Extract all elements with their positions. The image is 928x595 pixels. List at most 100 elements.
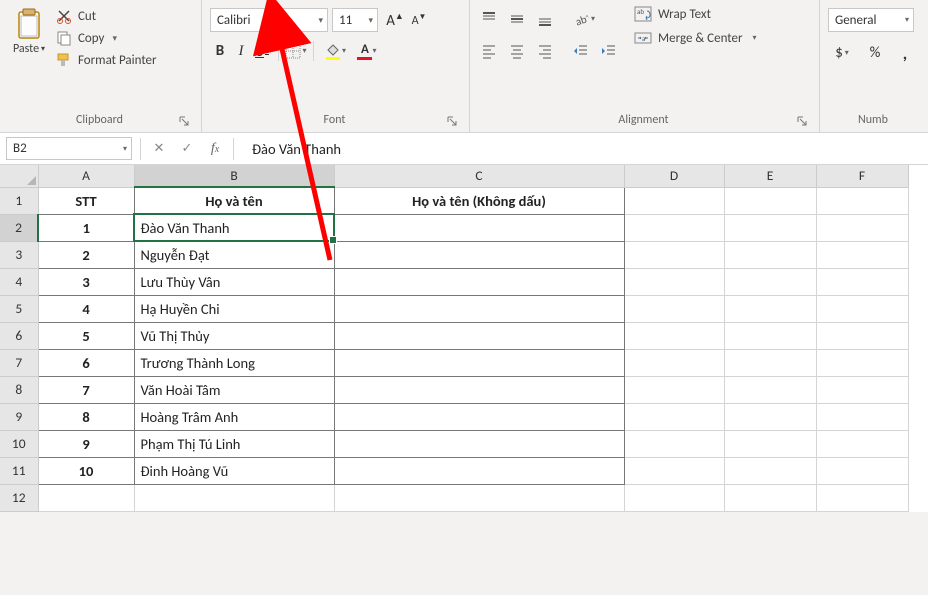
row-header-12[interactable]: 12 [0,484,38,511]
header-stt[interactable]: STT [38,187,134,214]
empty-cell[interactable] [724,349,816,376]
cell-noaccent[interactable] [334,349,624,376]
cell-stt[interactable]: 7 [38,376,134,403]
align-top-button[interactable] [478,8,500,30]
row-header-4[interactable]: 4 [0,268,38,295]
cell-stt[interactable]: 9 [38,430,134,457]
align-left-button[interactable] [478,40,500,62]
row-header-6[interactable]: 6 [0,322,38,349]
empty-cell[interactable] [624,376,724,403]
copy-button[interactable]: Copy ▾ [56,30,157,46]
cell-name[interactable]: Hạ Huyền Chi [134,295,334,322]
increase-indent-button[interactable] [598,40,620,62]
spreadsheet-grid[interactable]: ABCDEF1STTHọ và tênHọ và tên (Không dấu)… [0,165,928,512]
cell-name[interactable]: Lưu Thùy Vân [134,268,334,295]
cell-name[interactable]: Đào Văn Thanh [134,214,334,241]
cell-name[interactable]: Văn Hoài Tâm [134,376,334,403]
empty-cell[interactable] [624,241,724,268]
column-header-C[interactable]: C [334,165,624,187]
empty-cell[interactable] [816,214,908,241]
align-bottom-button[interactable] [534,8,556,30]
enter-formula-button[interactable]: ✓ [173,138,201,160]
cell-noaccent[interactable] [334,214,624,241]
fill-color-button[interactable]: ▾ [320,40,350,62]
increase-font-button[interactable]: A▲ [384,9,406,31]
empty-cell[interactable] [724,268,816,295]
column-header-B[interactable]: B [134,165,334,187]
wrap-text-button[interactable]: ab Wrap Text [634,6,757,22]
font-color-button[interactable]: A ▾ [352,40,382,62]
empty-cell[interactable] [624,349,724,376]
comma-format-button[interactable]: , [894,42,916,64]
cell-stt[interactable]: 2 [38,241,134,268]
cell-name[interactable]: Vũ Thị Thủy [134,322,334,349]
empty-cell[interactable] [816,187,908,214]
empty-cell[interactable] [724,295,816,322]
merge-center-button[interactable]: a Merge & Center ▾ [634,30,757,46]
empty-cell[interactable] [624,430,724,457]
row-header-11[interactable]: 11 [0,457,38,484]
dialog-launcher-icon[interactable] [794,113,809,128]
empty-cell[interactable] [816,241,908,268]
insert-function-button[interactable]: fx [201,138,229,160]
cell-noaccent[interactable] [334,241,624,268]
empty-cell[interactable] [816,295,908,322]
align-right-button[interactable] [534,40,556,62]
empty-cell[interactable] [816,268,908,295]
empty-cell[interactable] [624,484,724,511]
header-name[interactable]: Họ và tên [134,187,334,214]
empty-cell[interactable] [724,403,816,430]
cell-name[interactable]: Nguyễn Đạt [134,241,334,268]
empty-cell[interactable] [624,214,724,241]
underline-button[interactable]: U▾ [252,43,272,60]
row-header-3[interactable]: 3 [0,241,38,268]
cell-noaccent[interactable] [334,268,624,295]
accounting-format-button[interactable]: $▾ [828,42,856,64]
empty-cell[interactable] [816,376,908,403]
empty-cell[interactable] [816,349,908,376]
select-all-corner[interactable] [0,165,38,187]
column-header-E[interactable]: E [724,165,816,187]
cell-noaccent[interactable] [334,430,624,457]
italic-button[interactable]: I [232,43,250,60]
cell-name[interactable]: Phạm Thị Tú Linh [134,430,334,457]
empty-cell[interactable] [724,322,816,349]
cell-name[interactable]: Hoàng Trâm Anh [134,403,334,430]
format-painter-button[interactable]: Format Painter [56,52,157,68]
orientation-button[interactable]: ab ▾ [570,8,598,30]
decrease-font-button[interactable]: A▼ [408,9,430,31]
empty-cell[interactable] [334,484,624,511]
row-header-7[interactable]: 7 [0,349,38,376]
row-header-9[interactable]: 9 [0,403,38,430]
empty-cell[interactable] [724,187,816,214]
name-box[interactable]: B2 ▾ [6,137,132,160]
empty-cell[interactable] [624,322,724,349]
row-header-8[interactable]: 8 [0,376,38,403]
empty-cell[interactable] [816,322,908,349]
empty-cell[interactable] [816,484,908,511]
cell-stt[interactable]: 5 [38,322,134,349]
cell-noaccent[interactable] [334,376,624,403]
row-header-5[interactable]: 5 [0,295,38,322]
empty-cell[interactable] [624,268,724,295]
cell-noaccent[interactable] [334,322,624,349]
empty-cell[interactable] [816,457,908,484]
formula-input[interactable]: Đào Văn Thanh [238,140,928,158]
bold-button[interactable]: B [210,42,230,60]
cell-stt[interactable]: 8 [38,403,134,430]
empty-cell[interactable] [724,376,816,403]
percent-format-button[interactable]: % [864,42,886,64]
empty-cell[interactable] [724,457,816,484]
empty-cell[interactable] [724,430,816,457]
dialog-launcher-icon[interactable] [176,113,191,128]
empty-cell[interactable] [624,457,724,484]
cell-stt[interactable]: 1 [38,214,134,241]
cell-noaccent[interactable] [334,295,624,322]
empty-cell[interactable] [816,430,908,457]
borders-button[interactable]: ▾ [285,40,307,62]
cell-noaccent[interactable] [334,403,624,430]
paste-button[interactable]: Paste▾ [8,4,50,108]
cut-button[interactable]: Cut [56,8,157,24]
cell-stt[interactable]: 6 [38,349,134,376]
empty-cell[interactable] [624,295,724,322]
